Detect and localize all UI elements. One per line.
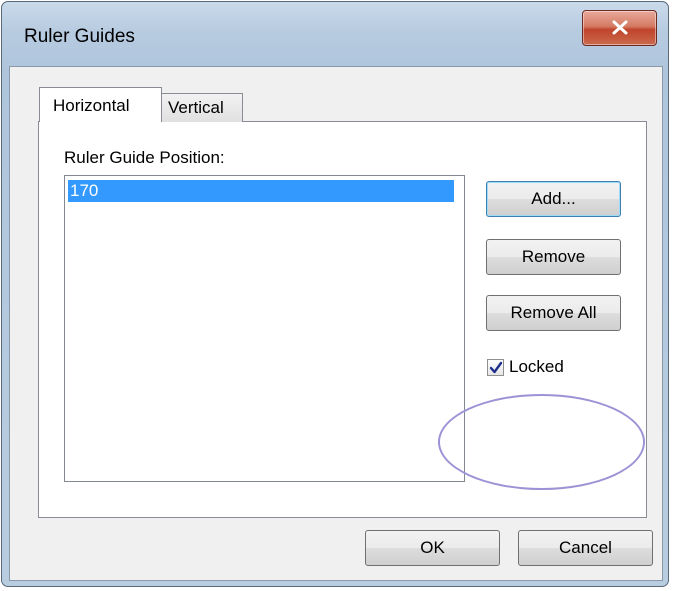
ruler-guide-position-label: Ruler Guide Position: xyxy=(64,148,225,167)
checkmark-icon xyxy=(489,361,503,374)
close-icon xyxy=(612,20,628,35)
remove-button[interactable]: Remove xyxy=(486,239,621,275)
locked-checkbox[interactable] xyxy=(487,359,504,376)
tab-seam xyxy=(40,120,161,123)
locked-checkbox-label[interactable]: Locked xyxy=(509,357,564,377)
dialog-window: Ruler Guides Horizontal Vertical Ruler G… xyxy=(1,1,669,587)
tab-horizontal[interactable]: Horizontal xyxy=(39,87,162,122)
ok-button[interactable]: OK xyxy=(365,530,500,566)
window-title: Ruler Guides xyxy=(24,26,135,47)
tab-vertical-label: Vertical xyxy=(168,98,224,117)
dialog-client-area: Horizontal Vertical Ruler Guide Position… xyxy=(9,66,663,581)
close-button[interactable] xyxy=(582,10,657,46)
add-button[interactable]: Add... xyxy=(486,181,621,217)
ruler-guide-position-list[interactable]: 170 xyxy=(64,175,465,482)
tab-vertical[interactable]: Vertical xyxy=(161,93,243,122)
remove-all-button[interactable]: Remove All xyxy=(486,295,621,331)
list-item[interactable]: 170 xyxy=(68,180,454,202)
tab-horizontal-label: Horizontal xyxy=(53,96,130,115)
cancel-button[interactable]: Cancel xyxy=(518,530,653,566)
